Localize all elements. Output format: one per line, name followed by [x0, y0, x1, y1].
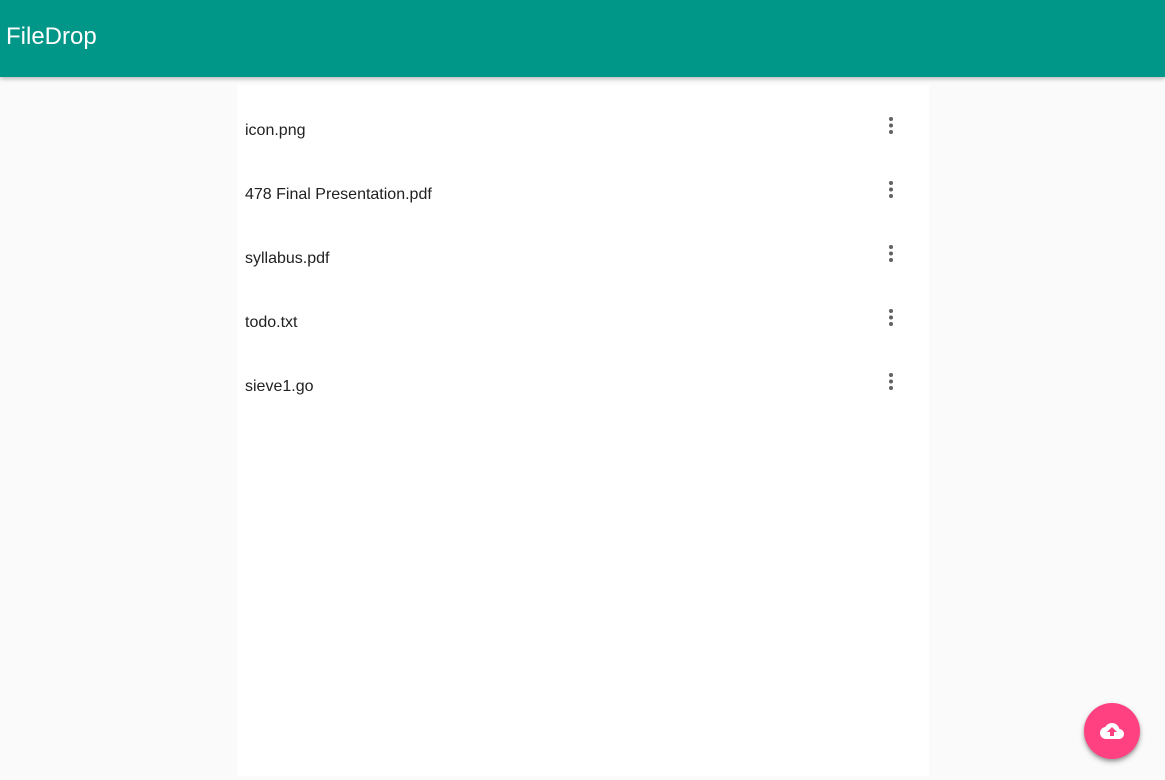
- more-vert-icon[interactable]: [875, 237, 907, 269]
- file-name[interactable]: sieve1.go: [245, 377, 314, 397]
- more-vert-icon[interactable]: [875, 109, 907, 141]
- file-list-item[interactable]: sieve1.go: [237, 357, 929, 421]
- more-vert-icon[interactable]: [875, 365, 907, 397]
- file-list-item[interactable]: icon.png: [237, 101, 929, 165]
- file-list-item[interactable]: todo.txt: [237, 293, 929, 357]
- file-name[interactable]: todo.txt: [245, 313, 297, 333]
- file-list-item[interactable]: 478 Final Presentation.pdf: [237, 165, 929, 229]
- file-list-panel: icon.png 478 Final Presentation.pdf syll…: [237, 85, 929, 776]
- app-title: FileDrop: [6, 23, 97, 50]
- app-bar: FileDrop: [0, 0, 1165, 77]
- more-vert-icon[interactable]: [875, 173, 907, 205]
- more-vert-icon[interactable]: [875, 301, 907, 333]
- file-list: icon.png 478 Final Presentation.pdf syll…: [237, 85, 929, 421]
- file-name[interactable]: syllabus.pdf: [245, 249, 330, 269]
- file-name[interactable]: 478 Final Presentation.pdf: [245, 185, 432, 205]
- file-list-item[interactable]: syllabus.pdf: [237, 229, 929, 293]
- file-name[interactable]: icon.png: [245, 121, 306, 141]
- upload-button[interactable]: [1084, 703, 1140, 759]
